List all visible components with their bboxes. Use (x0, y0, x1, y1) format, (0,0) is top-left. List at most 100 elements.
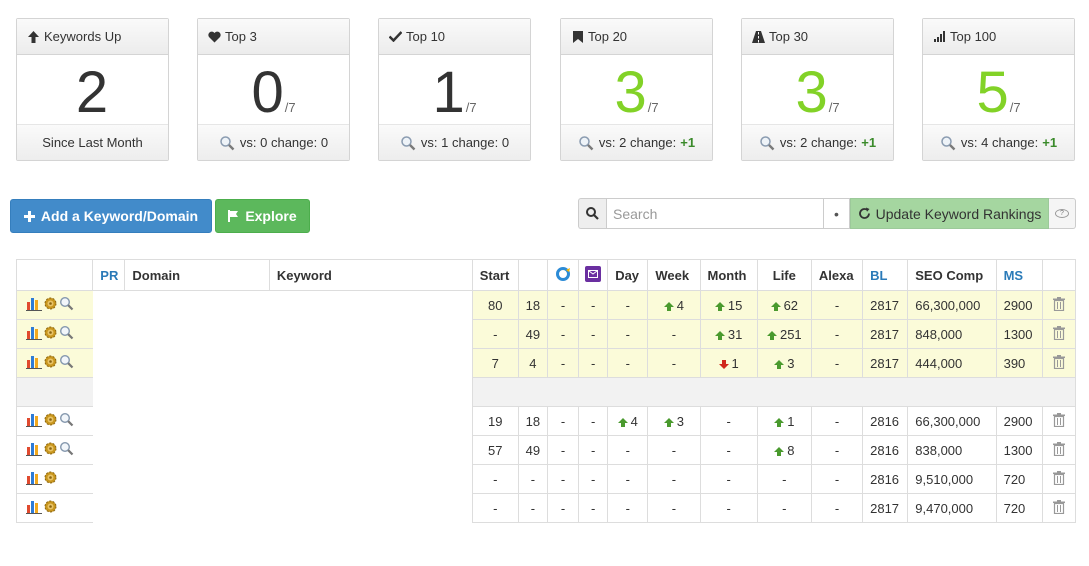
gear-icon[interactable] (43, 441, 58, 459)
trash-icon[interactable] (1052, 354, 1065, 372)
search-icon[interactable] (59, 412, 74, 430)
search-input[interactable] (606, 198, 824, 229)
cell-ms-value: 1300 (1003, 326, 1033, 342)
col-life[interactable]: Life (756, 259, 812, 291)
separator-cell (471, 377, 1077, 407)
cell-week-value: - (671, 500, 677, 516)
trash-icon[interactable] (1052, 412, 1065, 430)
card-value: 3/7 (742, 61, 893, 127)
explore-button[interactable]: Explore (215, 199, 310, 233)
col-start[interactable]: Start (471, 259, 519, 291)
add-keyword-button[interactable]: Add a Keyword/Domain (10, 199, 212, 233)
card-total: /7 (465, 100, 477, 115)
trash-icon[interactable] (1052, 499, 1065, 517)
card-footer-text: vs: 4 change: (960, 135, 1039, 150)
magnifier-icon[interactable] (578, 135, 594, 151)
magnifier-icon[interactable] (940, 135, 956, 151)
cell-week: - (647, 319, 701, 349)
cell-start-value: - (493, 500, 498, 516)
blank-cell (92, 406, 473, 436)
cell-yahoo-value: - (590, 471, 596, 487)
chart-icon[interactable] (26, 441, 42, 459)
cell-yahoo-value: - (590, 500, 596, 516)
blank-cell (92, 290, 473, 320)
cell-week: 3 (647, 406, 701, 436)
cell-day: - (607, 435, 648, 465)
card-total: /7 (284, 100, 296, 115)
col-bl[interactable]: BL (862, 259, 908, 291)
cell-yahoo: - (578, 348, 608, 378)
col-week[interactable]: Week (647, 259, 701, 291)
cell-current-value: - (530, 471, 536, 487)
gear-icon[interactable] (43, 412, 58, 430)
table-row: - 49 - - - - 31 251 - 2817 848,000 1300 (15, 319, 1077, 349)
card-count: 0 (251, 60, 284, 125)
bookmark-icon (571, 30, 584, 43)
cell-seo-comp: 848,000 (907, 319, 997, 349)
cell-day: - (607, 493, 648, 523)
update-rankings-button[interactable]: Update Keyword Rankings (850, 198, 1049, 229)
cell-day-value: - (625, 500, 630, 516)
arrow-up-icon (774, 414, 787, 429)
card-footer-text: vs: 2 change: (779, 135, 858, 150)
cell-seo-comp: 9,510,000 (907, 464, 997, 494)
cell-alexa-value: - (834, 297, 840, 313)
gear-icon[interactable] (43, 354, 58, 372)
magnifier-icon[interactable] (759, 135, 775, 151)
table-row: 80 18 - - - 4 15 62 - 2817 66,300,000 2900 (15, 290, 1077, 320)
search-icon[interactable] (59, 354, 74, 372)
cell-start-value: 57 (488, 442, 503, 458)
col-month[interactable]: Month (699, 259, 758, 291)
search-options-button[interactable]: • (824, 198, 850, 229)
col-pr[interactable]: PR (92, 259, 125, 291)
chart-icon[interactable] (26, 470, 42, 488)
cell-day: - (607, 319, 648, 349)
gear-icon[interactable] (43, 499, 58, 517)
cell-ms-value: 2900 (1003, 413, 1033, 429)
trash-icon[interactable] (1052, 441, 1065, 459)
chart-icon[interactable] (26, 412, 42, 430)
card-footer[interactable]: vs: 2 change: +1 (742, 124, 893, 160)
card-title: Top 3 (225, 29, 257, 44)
col-ms[interactable]: MS (995, 259, 1043, 291)
arrow-up-icon (617, 414, 631, 429)
chart-icon[interactable] (26, 296, 42, 314)
card-footer[interactable]: vs: 1 change: 0 (379, 124, 530, 160)
cell-alexa: - (810, 435, 863, 465)
card-footer[interactable]: vs: 4 change: +1 (923, 124, 1074, 160)
trash-icon[interactable] (1052, 296, 1065, 314)
gear-icon[interactable] (43, 470, 58, 488)
gear-icon[interactable] (43, 296, 58, 314)
chart-icon[interactable] (26, 325, 42, 343)
card-title: Top 20 (588, 29, 628, 44)
cell-alexa: - (810, 290, 863, 320)
trash-icon[interactable] (1052, 325, 1065, 343)
cell-start: 19 (471, 406, 519, 436)
magnifier-icon[interactable] (219, 135, 235, 151)
blank-cell (92, 464, 473, 494)
magnifier-icon[interactable] (400, 135, 416, 151)
col-keyword[interactable]: Keyword (268, 259, 473, 291)
stat-card-3: Top 20 3/7 vs: 2 change: +1 (560, 18, 713, 161)
search-icon[interactable] (59, 296, 74, 314)
search-icon[interactable] (59, 325, 74, 343)
card-footer[interactable]: vs: 2 change: +1 (561, 124, 712, 160)
card-footer[interactable]: vs: 0 change: 0 (198, 124, 349, 160)
col-day[interactable]: Day (607, 259, 648, 291)
search-icon[interactable] (59, 441, 74, 459)
chart-icon[interactable] (26, 499, 42, 517)
cell-bl-value: 2817 (870, 355, 900, 371)
cell-life-value: 8 (787, 442, 795, 458)
col-domain[interactable]: Domain (124, 259, 270, 291)
cell-alexa: - (810, 348, 863, 378)
cell-alexa-value: - (834, 500, 840, 516)
col-seo-comp[interactable]: SEO Comp (907, 259, 997, 291)
help-button[interactable]: ? (1049, 198, 1076, 229)
gear-icon[interactable] (43, 325, 58, 343)
cell-yahoo: - (578, 493, 608, 523)
cell-life: 8 (756, 435, 812, 465)
col-alexa[interactable]: Alexa (810, 259, 863, 291)
chart-icon[interactable] (26, 354, 42, 372)
cell-month-value: 1 (731, 355, 739, 371)
trash-icon[interactable] (1052, 470, 1065, 488)
